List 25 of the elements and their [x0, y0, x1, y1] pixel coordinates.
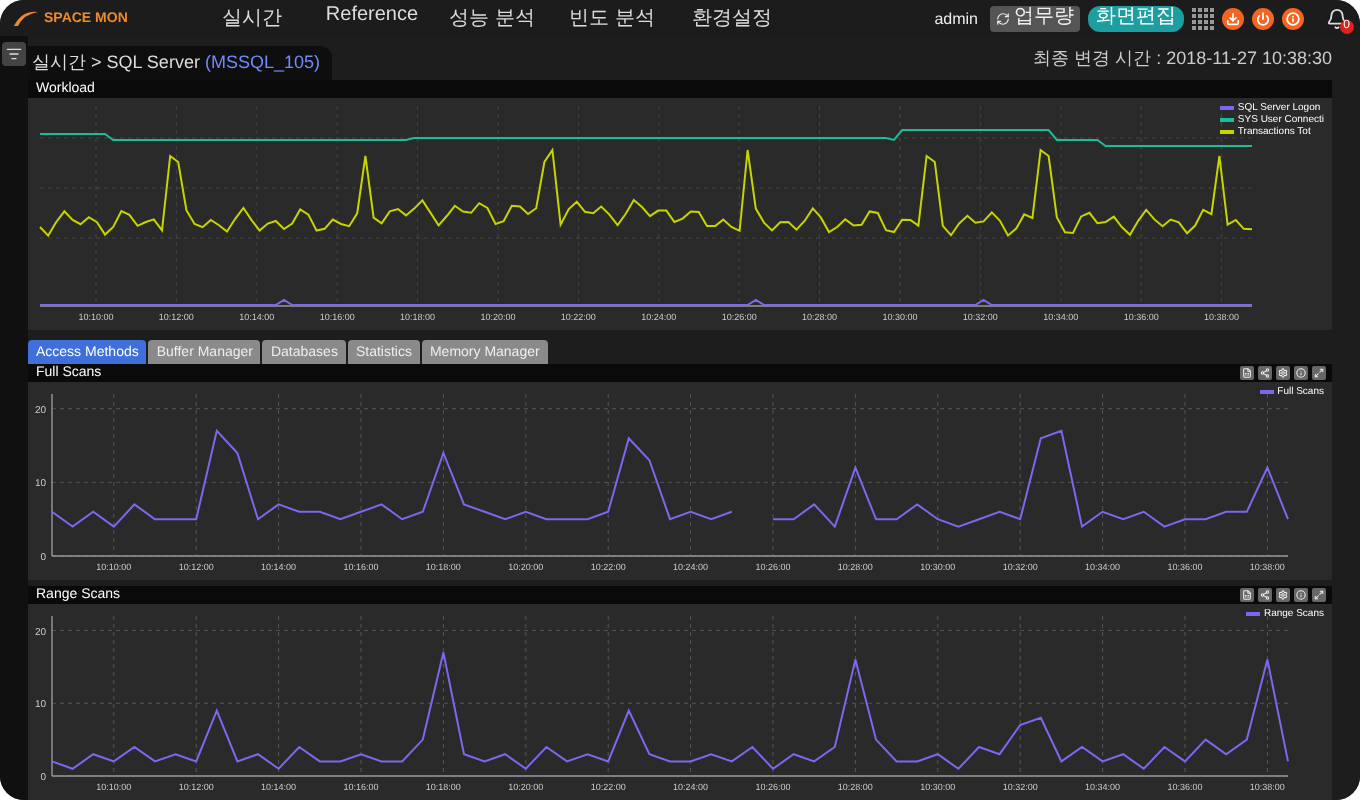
settings-button[interactable] — [1276, 588, 1290, 602]
settings-button[interactable] — [1276, 366, 1290, 380]
menu-button[interactable] — [2, 42, 26, 66]
nav-item[interactable]: 환경설정 — [672, 4, 792, 32]
nav-item[interactable]: Reference — [312, 4, 432, 32]
edit-screen-button[interactable]: 화면편집 — [1088, 5, 1184, 31]
refresh-icon — [996, 11, 1010, 25]
grid-icon[interactable] — [1192, 7, 1214, 29]
user-name: admin — [934, 9, 978, 27]
last-updated-text: 최종 변경 시간 : 2018-11-27 10:38:30 — [1033, 45, 1332, 71]
info-button[interactable] — [1282, 7, 1304, 29]
workload-button[interactable]: 업무량 — [990, 5, 1080, 31]
export-button[interactable] — [1240, 588, 1254, 602]
download-button[interactable] — [1222, 7, 1244, 29]
breadcrumb: 실시간 > SQL Server (MSSQL_105) — [28, 46, 332, 80]
share-button[interactable] — [1258, 588, 1272, 602]
nav-item[interactable]: 성능 분석 — [432, 4, 552, 32]
nav-item[interactable]: 실시간 — [192, 4, 312, 32]
export-button[interactable] — [1240, 366, 1254, 380]
power-button[interactable] — [1252, 7, 1274, 29]
nav-item[interactable]: 빈도 분석 — [552, 4, 672, 32]
logo-icon — [12, 8, 40, 28]
share-button[interactable] — [1258, 366, 1272, 380]
expand-button[interactable] — [1312, 366, 1326, 380]
expand-button[interactable] — [1312, 588, 1326, 602]
